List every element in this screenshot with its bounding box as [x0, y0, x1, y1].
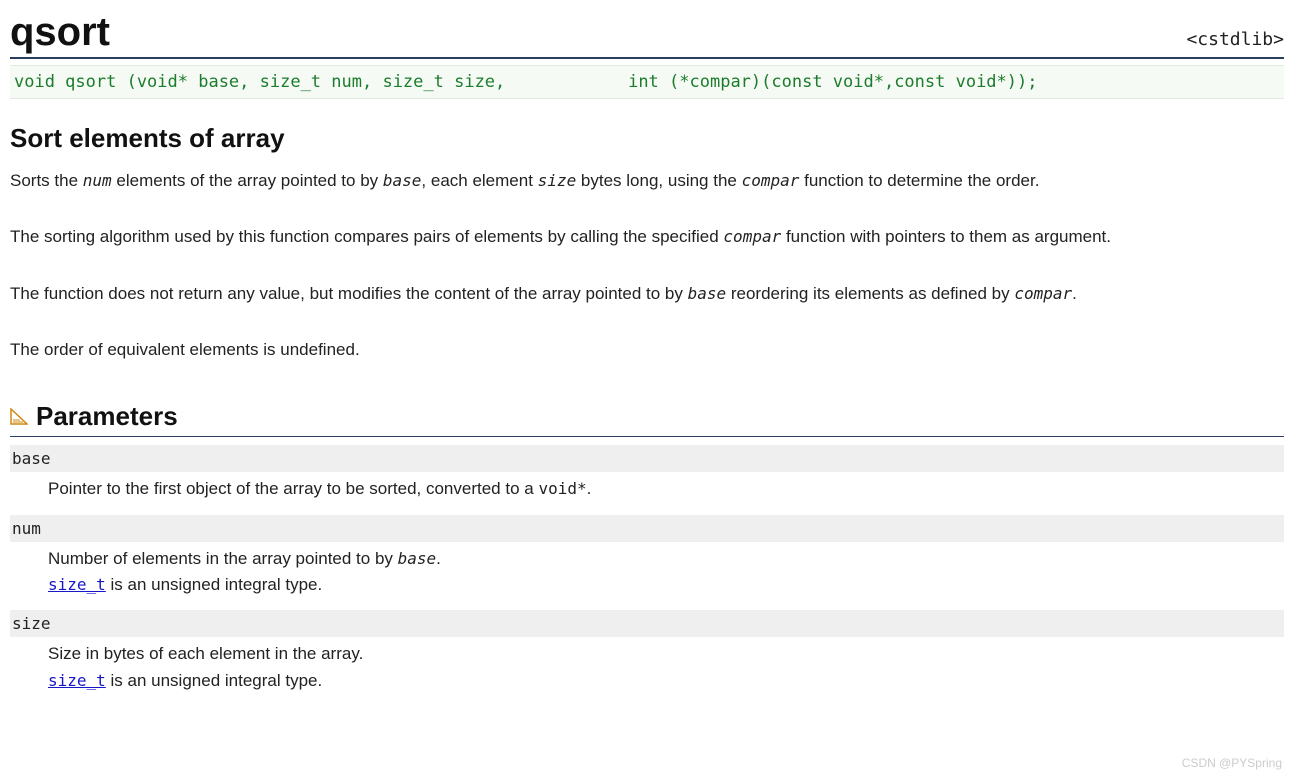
parameters-label: Parameters	[36, 401, 178, 432]
param-ref-base: base	[383, 171, 422, 190]
param-ref-compar: compar	[723, 227, 781, 246]
code-voidptr: void*	[538, 479, 586, 498]
param-name-num: num	[10, 515, 1284, 542]
description-para-2: The sorting algorithm used by this funct…	[10, 224, 1284, 250]
param-ref-compar: compar	[1014, 284, 1072, 303]
link-size-t[interactable]: size_t	[48, 575, 106, 594]
parameters-heading: Parameters	[10, 401, 1284, 437]
param-desc-base: Pointer to the first object of the array…	[10, 472, 1284, 506]
description-para-4: The order of equivalent elements is unde…	[10, 337, 1284, 363]
param-desc-num: Number of elements in the array pointed …	[10, 542, 1284, 603]
param-desc-size: Size in bytes of each element in the arr…	[10, 637, 1284, 698]
param-name-base: base	[10, 445, 1284, 472]
page-header: qsort <cstdlib>	[10, 10, 1284, 59]
watermark: CSDN @PYSpring	[1182, 756, 1282, 770]
param-ref-compar: compar	[742, 171, 800, 190]
description-para-3: The function does not return any value, …	[10, 281, 1284, 307]
param-ref-base: base	[688, 284, 727, 303]
param-ref-num: num	[83, 171, 112, 190]
function-signature: void qsort (void* base, size_t num, size…	[10, 65, 1284, 99]
header-library: <cstdlib>	[1186, 29, 1284, 50]
page-title: qsort	[10, 10, 110, 55]
description-para-1: Sorts the num elements of the array poin…	[10, 168, 1284, 194]
triangle-icon	[10, 408, 28, 426]
section-title: Sort elements of array	[10, 123, 1284, 154]
param-name-size: size	[10, 610, 1284, 637]
param-ref-base: base	[398, 549, 437, 568]
param-ref-size: size	[538, 171, 577, 190]
link-size-t[interactable]: size_t	[48, 671, 106, 690]
